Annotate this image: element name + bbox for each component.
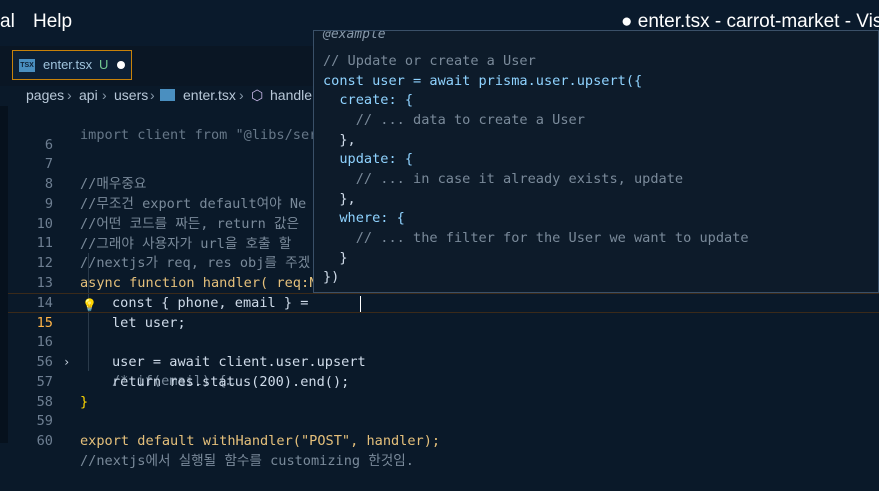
text-cursor bbox=[360, 296, 361, 312]
untracked-status: U bbox=[99, 57, 109, 72]
tab-label: enter.tsx bbox=[43, 57, 93, 72]
unsaved-dot-icon[interactable] bbox=[117, 61, 125, 69]
breadcrumb-pages[interactable]: pages bbox=[26, 87, 64, 103]
breadcrumb-file[interactable]: enter.tsx bbox=[183, 87, 236, 103]
breadcrumb-users[interactable]: users bbox=[114, 87, 148, 103]
line-number: 60 bbox=[36, 432, 53, 449]
chevron-right-icon: › bbox=[239, 87, 244, 103]
code-line[interactable]: 16 › /* if(email) {… bbox=[8, 313, 879, 390]
code-line[interactable]: 58 bbox=[8, 373, 879, 410]
hover-code-line: }) bbox=[323, 269, 340, 285]
chevron-right-icon: › bbox=[102, 87, 107, 103]
code-line[interactable]: 59 export default withHandler("POST", ha… bbox=[8, 392, 879, 449]
code-line[interactable]: 57 } bbox=[8, 353, 879, 410]
hover-code-line: // ... data to create a User bbox=[323, 112, 585, 128]
hover-code-line: // ... in case it already exists, update bbox=[323, 171, 684, 187]
hover-code-line: update: { bbox=[323, 151, 414, 167]
tab-enter-tsx[interactable]: TSX enter.tsx U bbox=[12, 50, 132, 80]
hover-code-line: }, bbox=[323, 132, 356, 148]
activity-strip bbox=[0, 106, 8, 443]
code-line-current[interactable]: 15 💡 user = await client.user.upsert bbox=[8, 293, 879, 370]
hover-code-line: // Update or create a User bbox=[323, 53, 536, 69]
chevron-right-icon: › bbox=[150, 87, 155, 103]
example-tag: @example bbox=[323, 30, 386, 42]
breadcrumb-api[interactable]: api bbox=[79, 87, 98, 103]
hover-code-line: const user = await prisma.user.upsert({ bbox=[323, 73, 643, 89]
hover-code-line: } bbox=[323, 250, 348, 266]
hover-documentation-popup[interactable]: @example // Update or create a User cons… bbox=[313, 30, 879, 293]
code-line[interactable]: 56 return res.status(200).end(); bbox=[8, 333, 879, 390]
typescript-file-icon bbox=[160, 89, 175, 101]
hover-code-line: }, bbox=[323, 191, 356, 207]
code-text: export default withHandler("POST", handl… bbox=[80, 432, 441, 449]
hover-code-line: where: { bbox=[323, 210, 405, 226]
function-symbol-icon: ⬡ bbox=[251, 87, 264, 103]
breadcrumb-handler[interactable]: handle bbox=[270, 87, 312, 103]
typescript-file-icon: TSX bbox=[19, 59, 35, 72]
hover-code-line: // ... the filter for the User we want t… bbox=[323, 230, 749, 246]
hover-code-line: create: { bbox=[323, 92, 414, 108]
code-line[interactable]: 60 //nextjs에서 실행될 함수를 customizing 한것임. bbox=[8, 412, 879, 469]
code-comment: //nextjs에서 실행될 함수를 customizing 한것임. bbox=[80, 452, 414, 469]
menu-item-selection[interactable]: al bbox=[0, 11, 15, 33]
chevron-right-icon: › bbox=[67, 87, 72, 103]
menu-item-help[interactable]: Help bbox=[33, 11, 72, 33]
